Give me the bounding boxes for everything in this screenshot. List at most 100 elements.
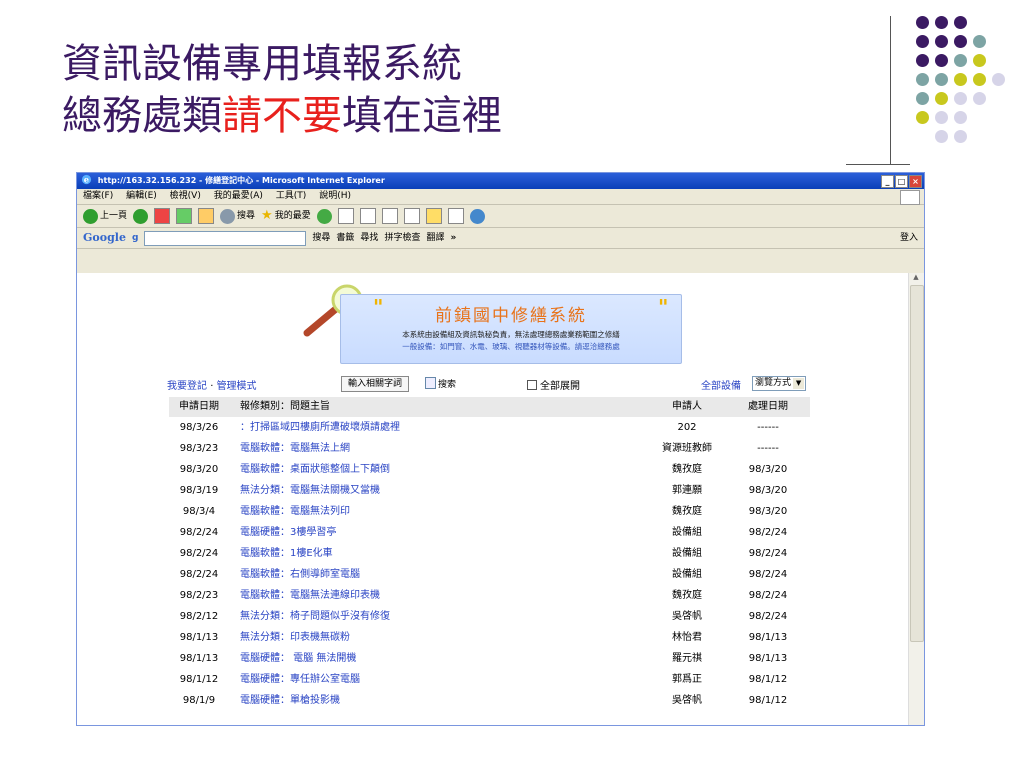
row-done-date: 98/3/20: [748, 464, 788, 475]
decorative-dot: [916, 92, 929, 105]
row-category: 無法分類: [240, 632, 280, 643]
window-title: http://163.32.156.232 - 修繕登記中心 - Microso…: [97, 176, 385, 185]
google-g-icon[interactable]: g: [132, 228, 138, 248]
table-row[interactable]: 98/1/13 電腦硬體： 電腦 無法開機 羅元祺 98/1/13: [169, 648, 810, 669]
table-row[interactable]: 98/3/20 電腦軟體：桌面狀態整個上下顛倒 魏孜庭 98/3/20: [169, 459, 810, 480]
forward-arrow-icon[interactable]: [133, 208, 149, 224]
vertical-scrollbar[interactable]: ▲: [908, 273, 924, 725]
menu-file[interactable]: 檔案(F): [83, 191, 113, 201]
table-row[interactable]: 98/3/23 電腦軟體：電腦無法上網 資源班教師 ------: [169, 438, 810, 459]
row-category-subject[interactable]: 電腦軟體：電腦無法上網: [240, 438, 350, 459]
row-category-subject[interactable]: 無法分類：電腦無法關機又當機: [240, 480, 380, 501]
row-subject: 3樓學習亭: [290, 527, 337, 538]
row-category-subject[interactable]: ：打掃區域四樓廁所遭破壞煩請處裡: [240, 417, 400, 438]
admin-mode-link[interactable]: 管理模式: [217, 381, 257, 392]
table-row[interactable]: 98/1/12 電腦硬體：專任辦公室電腦 郭爲正 98/1/12: [169, 669, 810, 690]
menu-favorites[interactable]: 我的最愛(A): [214, 191, 263, 201]
row-category-subject[interactable]: 電腦軟體：電腦無法連線印表機: [240, 585, 380, 606]
row-applicant: 202: [677, 422, 697, 433]
table-row[interactable]: 98/2/23 電腦軟體：電腦無法連線印表機 魏孜庭 98/2/24: [169, 585, 810, 606]
row-category-subject[interactable]: 電腦軟體：右側導師室電腦: [240, 564, 360, 585]
row-subject: 單槍投影機: [290, 695, 340, 706]
menu-edit[interactable]: 編輯(E): [126, 191, 157, 201]
row-subject: 打掃區域四樓廁所遭破壞煩請處裡: [250, 422, 400, 433]
print-icon[interactable]: [359, 208, 376, 224]
table-row[interactable]: 98/2/24 電腦硬體：3樓學習亭 設備組 98/2/24: [169, 522, 810, 543]
edit-icon[interactable]: [381, 208, 398, 224]
google-find-button[interactable]: 尋找: [360, 228, 378, 248]
row-category: 電腦硬體: [240, 527, 280, 538]
menu-view[interactable]: 檢視(V): [170, 191, 201, 201]
row-category-subject[interactable]: 電腦硬體：單槍投影機: [240, 690, 340, 711]
close-button[interactable]: ×: [909, 175, 922, 188]
ie-icon: e: [81, 175, 92, 185]
row-category-subject[interactable]: 電腦軟體：電腦無法列印: [240, 501, 350, 522]
research-icon[interactable]: [447, 208, 464, 224]
google-signin-button[interactable]: 登入: [900, 228, 918, 248]
row-category: 無法分類: [240, 611, 280, 622]
row-subject: 電腦無法關機又當機: [290, 485, 380, 496]
mail-icon[interactable]: [337, 208, 354, 224]
back-button[interactable]: 上一頁: [83, 205, 127, 227]
register-link[interactable]: 我要登記: [167, 381, 207, 392]
google-more-button[interactable]: »: [450, 228, 456, 248]
scrollbar-thumb[interactable]: [910, 285, 924, 642]
row-subject: 印表機無碳粉: [290, 632, 350, 643]
row-colon: ：: [240, 422, 250, 433]
folder-icon[interactable]: [425, 208, 442, 224]
expand-all-checkbox[interactable]: 全部展開: [527, 377, 580, 392]
row-done-date: 98/2/24: [748, 527, 788, 538]
row-done-date: 98/2/24: [748, 590, 788, 601]
menu-help[interactable]: 說明(H): [319, 191, 351, 201]
view-mode-select[interactable]: 瀏覽方式 ▼: [752, 376, 807, 391]
row-category-subject[interactable]: 電腦硬體： 電腦 無法開機: [240, 648, 356, 669]
messenger-icon[interactable]: [469, 208, 485, 224]
table-row[interactable]: 98/2/24 電腦軟體：右側導師室電腦 設備組 98/2/24: [169, 564, 810, 585]
row-category-subject[interactable]: 無法分類：印表機無碳粉: [240, 627, 350, 648]
row-applicant: 林怡君: [672, 632, 702, 643]
home-icon[interactable]: [198, 208, 215, 224]
google-bookmarks-button[interactable]: 書籤: [336, 228, 354, 248]
table-row[interactable]: 98/2/24 電腦軟體：1樓E化車 設備組 98/2/24: [169, 543, 810, 564]
table-row[interactable]: 98/3/26 ：打掃區域四樓廁所遭破壞煩請處裡 202 ------: [169, 417, 810, 438]
maximize-button[interactable]: □: [895, 175, 908, 188]
row-applicant: 郭爲正: [672, 674, 702, 685]
row-date: 98/1/13: [179, 632, 219, 643]
table-row[interactable]: 98/1/13 無法分類：印表機無碳粉 林怡君 98/1/13: [169, 627, 810, 648]
checkbox-icon: [527, 380, 537, 390]
table-row[interactable]: 98/3/4 電腦軟體：電腦無法列印 魏孜庭 98/3/20: [169, 501, 810, 522]
google-search-button[interactable]: 搜尋: [312, 228, 330, 248]
row-applicant: 吳啓帆: [672, 611, 702, 622]
table-row[interactable]: 98/2/12 無法分類：椅子問題似乎沒有修復 吳啓帆 98/2/24: [169, 606, 810, 627]
all-equipment-link[interactable]: 全部設備: [701, 377, 741, 392]
table-row[interactable]: 98/1/9 電腦硬體：單槍投影機 吳啓帆 98/1/12: [169, 690, 810, 711]
search-link[interactable]: 搜索: [425, 377, 456, 390]
discuss-icon[interactable]: [403, 208, 420, 224]
table-row[interactable]: 98/3/19 無法分類：電腦無法關機又當機 郭連願 98/3/20: [169, 480, 810, 501]
row-category-subject[interactable]: 電腦軟體：桌面狀態整個上下顛倒: [240, 459, 390, 480]
history-icon[interactable]: [316, 208, 332, 224]
browser-window: e http://163.32.156.232 - 修繕登記中心 - Micro…: [76, 172, 925, 726]
row-category-subject[interactable]: 電腦硬體：專任辦公室電腦: [240, 669, 360, 690]
row-category-subject[interactable]: 電腦硬體：3樓學習亭: [240, 522, 336, 543]
row-colon: ：: [280, 569, 290, 580]
row-category: 電腦軟體: [240, 506, 280, 517]
menu-bar: 檔案(F) 編輯(E) 檢視(V) 我的最愛(A) 工具(T) 說明(H): [77, 189, 924, 205]
row-category: 電腦軟體: [240, 590, 280, 601]
scroll-up-icon[interactable]: ▲: [910, 273, 922, 284]
minimize-button[interactable]: _: [881, 175, 894, 188]
keyword-button[interactable]: 輸入相關字詞: [341, 376, 410, 392]
google-translate-button[interactable]: 翻譯: [426, 228, 444, 248]
favorites-button[interactable]: ★ 我的最愛: [261, 205, 311, 227]
search-button[interactable]: 搜尋: [220, 205, 255, 227]
decorative-dot: [916, 111, 929, 124]
google-search-input[interactable]: [144, 230, 307, 246]
menu-tools[interactable]: 工具(T): [276, 191, 307, 201]
stop-icon[interactable]: [154, 208, 171, 224]
row-colon: ：: [280, 548, 290, 559]
refresh-icon[interactable]: [176, 208, 193, 224]
row-category-subject[interactable]: 電腦軟體：1樓E化車: [240, 543, 333, 564]
row-category-subject[interactable]: 無法分類：椅子問題似乎沒有修復: [240, 606, 390, 627]
window-titlebar[interactable]: e http://163.32.156.232 - 修繕登記中心 - Micro…: [77, 173, 924, 189]
google-spellcheck-button[interactable]: 拼字檢查: [384, 228, 420, 248]
